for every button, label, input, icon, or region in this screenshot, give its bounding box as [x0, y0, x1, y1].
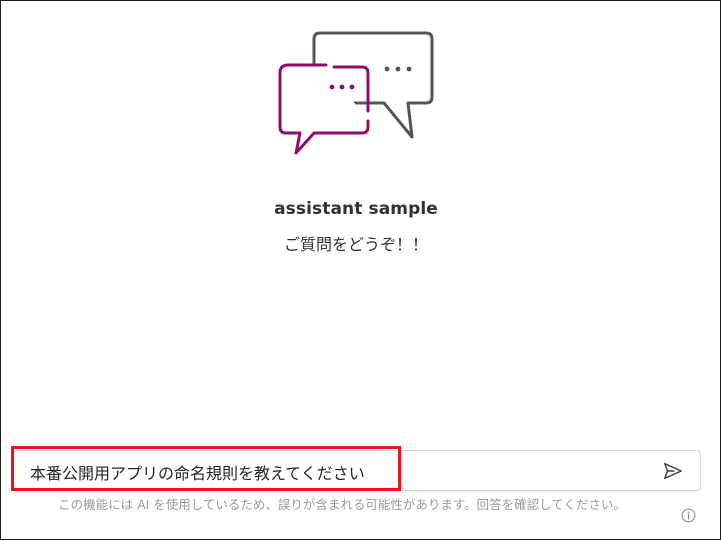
app-window: assistant sample ご質問をどうぞ！！ 本番公開用アプリの命名規則… [0, 0, 721, 540]
message-composer[interactable]: 本番公開用アプリの命名規則を教えてください [13, 450, 701, 491]
message-input[interactable]: 本番公開用アプリの命名規則を教えてください [30, 460, 630, 484]
info-icon[interactable] [681, 508, 696, 523]
greeting-text: ご質問をどうぞ！！ [283, 235, 428, 254]
ai-disclaimer: この機能には AI を使用しているため、誤りが含まれる可能性があります。回答を確… [58, 497, 626, 512]
chat-bubbles-icon [278, 31, 434, 155]
send-icon[interactable] [662, 460, 684, 482]
assistant-name: assistant sample [274, 199, 438, 219]
